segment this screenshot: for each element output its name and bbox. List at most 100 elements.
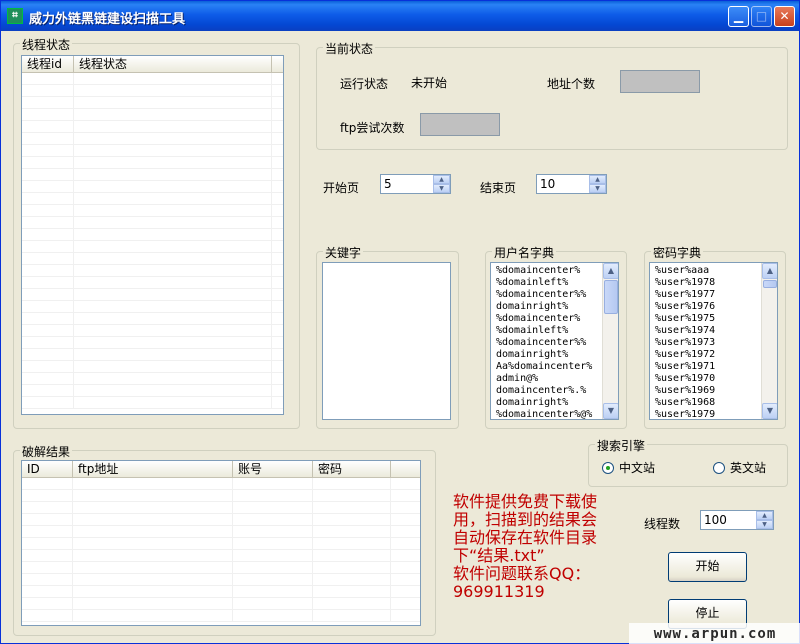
keywords-legend: 关键字: [323, 244, 364, 261]
end-page-value: 10: [540, 177, 556, 191]
start-page-value: 5: [384, 177, 392, 191]
maximize-button: □: [751, 6, 772, 27]
empty-row: [22, 133, 283, 145]
notice-line: 自动保存在软件目录: [453, 528, 598, 547]
empty-row: [22, 217, 283, 229]
results-list-rows: [22, 478, 420, 622]
empty-row: [22, 181, 283, 193]
column-id[interactable]: ID: [22, 461, 73, 477]
title-bar: ⌗ 威力外链黑链建设扫描工具 ▁ □ ✕: [1, 1, 799, 31]
scroll-up-icon[interactable]: ▲: [762, 263, 777, 279]
decrement-icon[interactable]: ▼: [756, 520, 773, 529]
password-dict-legend: 密码字典: [651, 244, 704, 261]
radio-english-label: 英文站: [730, 461, 767, 475]
empty-row: [22, 109, 283, 121]
thread-list-header: 线程id 线程状态: [22, 56, 283, 73]
minimize-button[interactable]: ▁: [728, 6, 749, 27]
crack-results-list[interactable]: ID ftp地址 账号 密码: [21, 460, 421, 626]
thread-count-stepper[interactable]: 100 ▲ ▼: [700, 510, 774, 530]
current-status-legend: 当前状态: [323, 40, 376, 57]
run-status-value: 未开始: [411, 76, 448, 90]
scroll-thumb[interactable]: [604, 280, 618, 314]
username-dict-textarea[interactable]: %domaincenter% %domainleft% %domaincente…: [490, 262, 619, 420]
decrement-icon[interactable]: ▼: [589, 184, 606, 193]
column-password[interactable]: 密码: [313, 461, 391, 477]
watermark: www.arpun.com: [629, 623, 800, 644]
ftp-attempts-label: ftp尝试次数: [340, 121, 405, 135]
scroll-down-icon[interactable]: ▼: [762, 403, 777, 419]
thread-count-label: 线程数: [644, 517, 681, 531]
ftp-attempts-field: [420, 113, 500, 136]
results-list-header: ID ftp地址 账号 密码: [22, 461, 420, 478]
empty-row: [22, 610, 420, 622]
address-count-label: 地址个数: [547, 77, 596, 91]
radio-chinese-label: 中文站: [619, 461, 656, 475]
empty-row: [22, 205, 283, 217]
window-title: 威力外链黑链建设扫描工具: [29, 12, 186, 27]
empty-row: [22, 478, 420, 490]
end-page-stepper[interactable]: 10 ▲ ▼: [536, 174, 607, 194]
column-ftp-address[interactable]: ftp地址: [73, 461, 233, 477]
empty-row: [22, 385, 283, 397]
empty-row: [22, 121, 283, 133]
decrement-icon[interactable]: ▼: [433, 184, 450, 193]
notice-qq: 969911319: [453, 582, 545, 601]
close-button[interactable]: ✕: [774, 6, 795, 27]
empty-row: [22, 157, 283, 169]
increment-icon[interactable]: ▲: [589, 175, 606, 184]
username-dict-legend: 用户名字典: [492, 244, 557, 261]
radio-selected-icon[interactable]: [602, 461, 614, 474]
empty-row: [22, 253, 283, 265]
empty-row: [22, 229, 283, 241]
address-count-field: [620, 70, 700, 93]
start-button[interactable]: 开始: [668, 552, 747, 582]
empty-row: [22, 241, 283, 253]
empty-row: [22, 325, 283, 337]
increment-icon[interactable]: ▲: [433, 175, 450, 184]
scroll-thumb[interactable]: [763, 280, 777, 288]
main-window: ⌗ 威力外链黑链建设扫描工具 ▁ □ ✕ 线程状态 线程id 线程状态 当前状态…: [0, 0, 800, 644]
password-dict-lines: %user%aaa %user%1978 %user%1977 %user%19…: [655, 265, 716, 420]
start-page-stepper[interactable]: 5 ▲ ▼: [380, 174, 451, 194]
start-page-label: 开始页: [323, 181, 360, 195]
radio-chinese-site[interactable]: 中文站: [602, 459, 655, 476]
empty-row: [22, 490, 420, 502]
empty-row: [22, 598, 420, 610]
empty-row: [22, 313, 283, 325]
column-thread-id[interactable]: 线程id: [22, 56, 74, 72]
scroll-down-icon[interactable]: ▼: [603, 403, 618, 419]
empty-row: [22, 97, 283, 109]
empty-row: [22, 85, 283, 97]
radio-unselected-icon[interactable]: [713, 461, 725, 474]
keywords-textarea[interactable]: [322, 262, 451, 420]
username-scrollbar[interactable]: ▲ ▼: [602, 263, 618, 419]
empty-row: [22, 526, 420, 538]
empty-row: [22, 337, 283, 349]
thread-count-value: 100: [704, 513, 727, 527]
empty-row: [22, 73, 283, 85]
notice-line: 软件提供免费下载使: [453, 492, 598, 511]
empty-row: [22, 193, 283, 205]
empty-row: [22, 277, 283, 289]
empty-row: [22, 301, 283, 313]
password-scrollbar[interactable]: ▲ ▼: [761, 263, 777, 419]
scroll-up-icon[interactable]: ▲: [603, 263, 618, 279]
empty-row: [22, 502, 420, 514]
end-page-label: 结束页: [480, 181, 517, 195]
empty-row: [22, 169, 283, 181]
run-status-label: 运行状态: [340, 77, 389, 91]
column-account[interactable]: 账号: [233, 461, 313, 477]
password-dict-textarea[interactable]: %user%aaa %user%1978 %user%1977 %user%19…: [649, 262, 778, 420]
empty-row: [22, 397, 283, 409]
column-thread-status[interactable]: 线程状态: [74, 56, 272, 72]
empty-row: [22, 514, 420, 526]
radio-english-site[interactable]: 英文站: [713, 459, 766, 476]
username-dict-lines: %domaincenter% %domainleft% %domaincente…: [496, 265, 593, 420]
empty-row: [22, 574, 420, 586]
thread-status-list[interactable]: 线程id 线程状态: [21, 55, 284, 415]
increment-icon[interactable]: ▲: [756, 511, 773, 520]
search-engine-legend: 搜索引擎: [595, 437, 648, 454]
notice-line: 下“结果.txt”: [453, 546, 545, 565]
thread-status-legend: 线程状态: [20, 36, 73, 53]
empty-row: [22, 349, 283, 361]
